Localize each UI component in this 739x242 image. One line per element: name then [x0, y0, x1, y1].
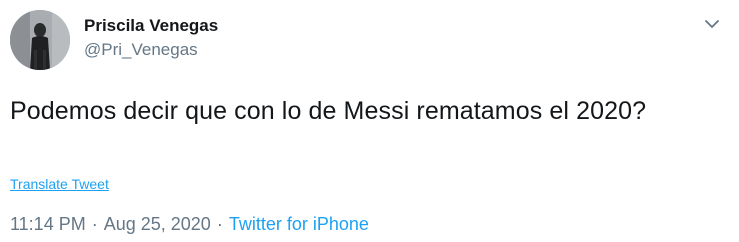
tweet-menu-button[interactable] — [703, 15, 721, 33]
meta-separator: · — [91, 214, 98, 234]
tweet-card: Priscila Venegas @Pri_Venegas Podemos de… — [0, 0, 739, 242]
user-handle[interactable]: @Pri_Venegas — [84, 39, 218, 61]
tweet-meta: 11:14 PM · Aug 25, 2020 · Twitter for iPhone — [10, 213, 369, 235]
tweet-source-link[interactable]: Twitter for iPhone — [229, 214, 369, 234]
avatar[interactable] — [10, 10, 70, 70]
meta-separator: · — [216, 214, 223, 234]
avatar-photo — [10, 10, 70, 70]
chevron-down-icon — [705, 20, 719, 28]
tweet-date[interactable]: Aug 25, 2020 — [104, 214, 211, 234]
display-name[interactable]: Priscila Venegas — [84, 15, 218, 37]
author-block: Priscila Venegas @Pri_Venegas — [84, 15, 218, 61]
translate-tweet-link[interactable]: Translate Tweet — [10, 176, 109, 193]
tweet-text: Podemos decir que con lo de Messi remata… — [10, 97, 647, 125]
tweet-time[interactable]: 11:14 PM — [10, 214, 86, 234]
